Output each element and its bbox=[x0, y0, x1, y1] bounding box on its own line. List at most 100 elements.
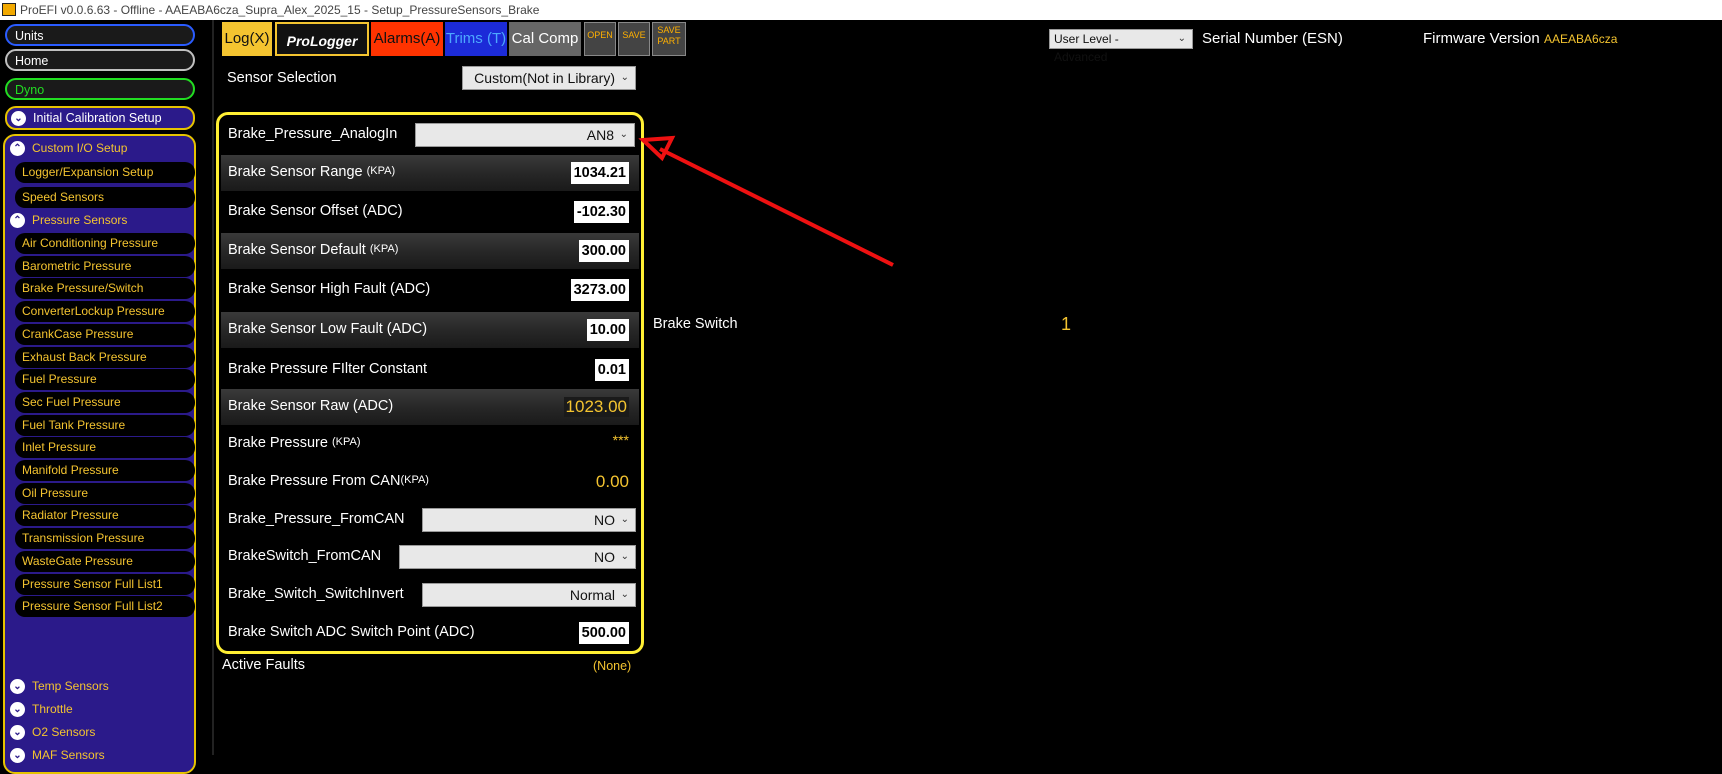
sidebar-item-pressure[interactable]: Air Conditioning Pressure bbox=[15, 233, 195, 254]
sidebar-item-pressure[interactable]: WasteGate Pressure bbox=[15, 550, 195, 572]
user-level-value: User Level - Advanced bbox=[1054, 32, 1119, 64]
brake-switch-label: Brake Switch bbox=[653, 316, 738, 332]
user-level-dropdown[interactable]: User Level - Advanced ⌄ bbox=[1049, 29, 1193, 64]
filter-label: Brake Pressure FIlter Constant bbox=[228, 361, 428, 377]
initial-calibration-setup-label: Initial Calibration Setup bbox=[33, 111, 162, 125]
sidebar-item-pressure[interactable]: Brake Pressure/Switch bbox=[15, 278, 195, 300]
chevron-down-icon: ⌄ bbox=[620, 72, 629, 83]
chevron-down-icon: ⌄ bbox=[10, 725, 25, 740]
sidebar-item-logger[interactable]: Logger/Expansion Setup bbox=[15, 162, 195, 183]
window-title-bar: ProEFI v0.0.6.63 - Offline - AAEABA6cza_… bbox=[0, 0, 1722, 20]
calibration-group: ⌃ Custom I/O Setup Logger/Expansion Setu… bbox=[3, 134, 196, 774]
sensor-selection-label: Sensor Selection bbox=[227, 70, 337, 86]
initial-calibration-setup-header[interactable]: ⌄ Initial Calibration Setup bbox=[5, 106, 195, 130]
high-fault-input[interactable]: 3273.00 bbox=[570, 279, 629, 301]
chevron-down-icon: ⌄ bbox=[10, 679, 25, 694]
pressure-row: Brake Pressure (KPA) *** bbox=[221, 426, 639, 462]
sidebar-item-pressure[interactable]: Sec Fuel Pressure bbox=[15, 391, 195, 413]
from-can-row: Brake Pressure From CAN(KPA) 0.00 bbox=[221, 464, 639, 500]
high-fault-label: Brake Sensor High Fault (ADC) bbox=[228, 281, 431, 297]
brake-switch-value: 1 bbox=[1061, 314, 1072, 334]
raw-label: Brake Sensor Raw (ADC) bbox=[228, 398, 394, 414]
sidebar-item-pressure[interactable]: Manifold Pressure bbox=[15, 460, 195, 481]
pressure-sensors-header[interactable]: ⌃ Pressure Sensors bbox=[8, 210, 191, 231]
chevron-down-icon: ⌄ bbox=[619, 129, 628, 140]
custom-io-setup-label: Custom I/O Setup bbox=[32, 141, 128, 155]
from-can-label: Brake Pressure From CAN bbox=[228, 473, 401, 489]
save-part-button[interactable]: SAVE PART bbox=[652, 22, 686, 56]
sidebar: Units Home Dyno ⌄ Initial Calibration Se… bbox=[0, 20, 214, 774]
chevron-down-icon: ⌄ bbox=[11, 111, 26, 126]
default-input[interactable]: 300.00 bbox=[578, 240, 629, 262]
chevron-up-icon: ⌃ bbox=[10, 141, 25, 156]
prologger-button[interactable]: ProLogger bbox=[275, 22, 369, 56]
app-icon bbox=[2, 3, 16, 16]
range-input[interactable]: 1034.21 bbox=[570, 162, 629, 184]
filter-input[interactable]: 0.01 bbox=[594, 359, 629, 381]
sidebar-item-pressure[interactable]: Pressure Sensor Full List1 bbox=[15, 573, 195, 595]
pressure-fromcan-label: Brake_Pressure_FromCAN bbox=[228, 511, 405, 527]
sidebar-item-pressure[interactable]: Radiator Pressure bbox=[15, 505, 195, 527]
sidebar-item-pressure[interactable]: Oil Pressure bbox=[15, 482, 195, 504]
log-button[interactable]: Log(X) bbox=[222, 22, 272, 56]
sidebar-item-pressure[interactable]: CrankCase Pressure bbox=[15, 323, 195, 345]
sidebar-item-pressure[interactable]: Barometric Pressure bbox=[15, 255, 195, 277]
range-label: Brake Sensor Range bbox=[228, 164, 363, 180]
switch-fromcan-dropdown[interactable]: NO ⌄ bbox=[399, 545, 636, 569]
sidebar-item-speed[interactable]: Speed Sensors bbox=[15, 187, 195, 208]
sidebar-item-pressure[interactable]: Exhaust Back Pressure bbox=[15, 346, 195, 368]
sidebar-item-pressure[interactable]: Pressure Sensor Full List2 bbox=[15, 596, 195, 618]
sidebar-item-pressure[interactable]: Fuel Tank Pressure bbox=[15, 414, 195, 436]
active-faults-value: (None) bbox=[593, 659, 632, 673]
dyno-button[interactable]: Dyno bbox=[5, 78, 195, 100]
sensor-selection-dropdown[interactable]: Custom(Not in Library) ⌄ bbox=[462, 66, 636, 90]
annotation-arrow-head bbox=[638, 135, 676, 162]
default-label: Brake Sensor Default bbox=[228, 242, 366, 258]
alarms-button[interactable]: Alarms(A) bbox=[371, 22, 443, 56]
maf-sensors-header[interactable]: ⌄ MAF Sensors bbox=[8, 745, 191, 766]
sidebar-item-pressure[interactable]: Inlet Pressure bbox=[15, 437, 195, 459]
throttle-header[interactable]: ⌄ Throttle bbox=[8, 699, 191, 720]
offset-input[interactable]: -102.30 bbox=[573, 201, 629, 223]
analog-in-dropdown[interactable]: AN8 ⌄ bbox=[415, 123, 635, 147]
sidebar-item-pressure[interactable]: ConverterLockup Pressure bbox=[15, 301, 195, 323]
pressure-fromcan-row: Brake_Pressure_FromCAN NO ⌄ bbox=[221, 502, 639, 538]
sidebar-item-pressure[interactable]: Transmission Pressure bbox=[15, 528, 195, 550]
chevron-down-icon: ⌄ bbox=[620, 551, 629, 562]
switch-fromcan-value: NO bbox=[594, 549, 615, 565]
window-title: ProEFI v0.0.6.63 - Offline - AAEABA6cza_… bbox=[20, 3, 540, 17]
cal-comp-button[interactable]: Cal Comp bbox=[509, 22, 581, 56]
firmware-version-value: AAEABA6cza bbox=[1544, 32, 1618, 46]
open-button[interactable]: OPEN bbox=[584, 22, 616, 56]
switch-point-input[interactable]: 500.00 bbox=[578, 622, 629, 644]
trims-button[interactable]: Trims (T) bbox=[445, 22, 507, 56]
switch-point-label: Brake Switch ADC Switch Point (ADC) bbox=[228, 624, 475, 640]
switch-point-row: Brake Switch ADC Switch Point (ADC) 500.… bbox=[221, 615, 639, 651]
low-fault-label: Brake Sensor Low Fault (ADC) bbox=[228, 321, 428, 337]
analog-in-label: Brake_Pressure_AnalogIn bbox=[228, 126, 398, 142]
units-button[interactable]: Units bbox=[5, 24, 195, 46]
switch-invert-dropdown[interactable]: Normal ⌄ bbox=[422, 583, 636, 607]
switch-fromcan-label: BrakeSwitch_FromCAN bbox=[228, 548, 382, 564]
offset-label: Brake Sensor Offset (ADC) bbox=[228, 203, 403, 219]
sidebar-divider bbox=[212, 20, 214, 755]
sidebar-item-pressure[interactable]: Fuel Pressure bbox=[15, 369, 195, 391]
raw-value: 1023.00 bbox=[563, 397, 629, 417]
pressure-fromcan-dropdown[interactable]: NO ⌄ bbox=[422, 508, 636, 532]
default-unit: (KPA) bbox=[369, 243, 399, 255]
chevron-up-icon: ⌃ bbox=[10, 213, 25, 228]
o2-sensors-header[interactable]: ⌄ O2 Sensors bbox=[8, 722, 191, 743]
raw-row: Brake Sensor Raw (ADC) 1023.00 bbox=[221, 389, 639, 425]
default-row: Brake Sensor Default (KPA) 300.00 bbox=[221, 233, 639, 269]
pressure-sensors-label: Pressure Sensors bbox=[32, 213, 128, 227]
switch-fromcan-row: BrakeSwitch_FromCAN NO ⌄ bbox=[221, 539, 639, 575]
save-button[interactable]: SAVE bbox=[618, 22, 650, 56]
custom-io-setup-header[interactable]: ⌃ Custom I/O Setup bbox=[8, 138, 191, 159]
pressure-label: Brake Pressure bbox=[228, 435, 328, 451]
offset-row: Brake Sensor Offset (ADC) -102.30 bbox=[221, 194, 639, 230]
home-button[interactable]: Home bbox=[5, 49, 195, 71]
maf-sensors-label: MAF Sensors bbox=[32, 748, 105, 762]
low-fault-input[interactable]: 10.00 bbox=[586, 319, 629, 341]
temp-sensors-header[interactable]: ⌄ Temp Sensors bbox=[8, 676, 191, 697]
active-faults-label: Active Faults bbox=[222, 657, 305, 673]
